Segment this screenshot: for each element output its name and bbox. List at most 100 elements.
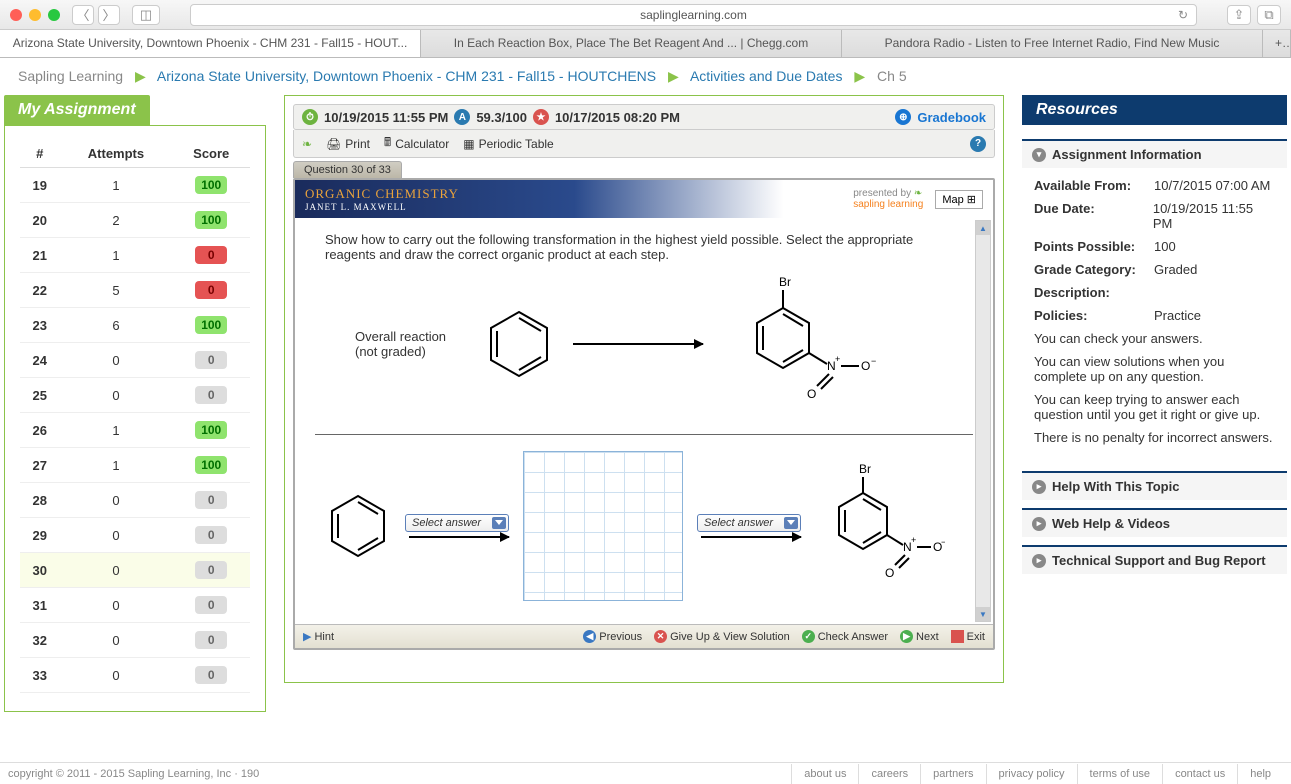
footer-links: about uscareerspartnersprivacy policyter… xyxy=(791,764,1283,784)
scroll-down-icon[interactable]: ▼ xyxy=(976,607,990,621)
forward-button[interactable]: 〉 xyxy=(98,5,120,25)
attempts-table: # Attempts Score 19110020210021102250236… xyxy=(20,140,250,693)
hint-button[interactable]: ▶Hint xyxy=(303,630,334,643)
table-row[interactable]: 2110 xyxy=(20,238,250,273)
saved-date: 10/17/2015 08:20 PM xyxy=(555,110,680,125)
scroll-up-icon[interactable]: ▲ xyxy=(976,221,990,235)
select-answer-2[interactable]: Select answer xyxy=(697,514,801,532)
svg-text:O: O xyxy=(807,387,816,401)
table-row[interactable]: 261100 xyxy=(20,413,250,448)
table-icon: ▦ xyxy=(463,137,474,151)
table-row[interactable]: 2250 xyxy=(20,273,250,308)
chevron-right-icon: ▸ xyxy=(1032,554,1046,568)
exit-icon xyxy=(951,630,964,643)
due-date: 10/19/2015 11:55 PM xyxy=(324,110,448,125)
table-row[interactable]: 271100 xyxy=(20,448,250,483)
url-text: saplinglearning.com xyxy=(640,8,747,22)
table-row[interactable]: 236100 xyxy=(20,308,250,343)
question-tab: Question 30 of 33 xyxy=(293,161,402,178)
giveup-button[interactable]: ✕Give Up & View Solution xyxy=(654,630,790,643)
url-bar[interactable]: saplinglearning.com ↻ xyxy=(190,4,1197,26)
gradecat-value: Graded xyxy=(1154,262,1197,277)
question-content: Show how to carry out the following tran… xyxy=(295,218,993,613)
overall-label: Overall reaction (not graded) xyxy=(355,329,465,359)
select-answer-1[interactable]: Select answer xyxy=(405,514,509,532)
chevron-right-icon: ▶ xyxy=(668,68,679,84)
policy-text-1: You can check your answers. xyxy=(1034,331,1275,346)
calculator-icon: 🖩 xyxy=(384,133,391,154)
check-icon: ✓ xyxy=(802,630,815,643)
avail-label: Available From: xyxy=(1034,178,1154,193)
points-label: Points Possible: xyxy=(1034,239,1154,254)
previous-button[interactable]: ◀Previous xyxy=(583,630,642,643)
breadcrumb: Sapling Learning ▶ Arizona State Univers… xyxy=(0,58,1291,95)
drawing-grid[interactable] xyxy=(523,451,683,601)
close-window-icon[interactable] xyxy=(10,9,22,21)
policy-text-3: You can keep trying to answer each quest… xyxy=(1034,392,1275,422)
calculator-button[interactable]: 🖩Calculator xyxy=(384,133,449,154)
footer-link[interactable]: terms of use xyxy=(1077,764,1163,784)
svg-text:−: − xyxy=(941,537,945,547)
resources-heading: Resources xyxy=(1022,95,1287,125)
desc-label: Description: xyxy=(1034,285,1154,300)
assignment-info-header[interactable]: ▾Assignment Information xyxy=(1022,139,1287,168)
points-value: 100 xyxy=(1154,239,1176,254)
score-icon: A xyxy=(454,109,470,125)
web-help-header[interactable]: ▸Web Help & Videos xyxy=(1022,508,1287,537)
sidebar-toggle-icon[interactable]: ◫ xyxy=(132,5,160,25)
browser-tab-1[interactable]: Arizona State University, Downtown Phoen… xyxy=(0,30,421,57)
back-button[interactable]: 〈 xyxy=(72,5,94,25)
scrollbar[interactable]: ▲ ▼ xyxy=(975,220,991,622)
table-row[interactable]: 3200 xyxy=(20,623,250,658)
footer-link[interactable]: privacy policy xyxy=(986,764,1077,784)
leaf-icon: ❧ xyxy=(302,137,312,151)
periodic-table-button[interactable]: ▦Periodic Table xyxy=(463,137,554,151)
table-row[interactable]: 3100 xyxy=(20,588,250,623)
print-button[interactable]: 🖨Print xyxy=(326,137,370,151)
footer-link[interactable]: careers xyxy=(858,764,920,784)
svg-text:O: O xyxy=(861,359,870,373)
check-answer-button[interactable]: ✓Check Answer xyxy=(802,630,888,643)
table-row[interactable]: 3000 xyxy=(20,553,250,588)
table-row[interactable]: 191100 xyxy=(20,168,250,203)
browser-tab-2[interactable]: In Each Reaction Box, Place The Bet Reag… xyxy=(421,30,842,57)
footer-link[interactable]: partners xyxy=(920,764,985,784)
gradebook-icon: ⊕ xyxy=(895,109,911,125)
browser-tab-3[interactable]: Pandora Radio - Listen to Free Internet … xyxy=(842,30,1263,57)
map-button[interactable]: Map ⊞ xyxy=(935,190,983,209)
crumb-activities[interactable]: Activities and Due Dates xyxy=(690,68,843,84)
footer-link[interactable]: about us xyxy=(791,764,858,784)
table-row[interactable]: 2400 xyxy=(20,343,250,378)
next-button[interactable]: ▶Next xyxy=(900,630,939,643)
crumb-course[interactable]: Arizona State University, Downtown Phoen… xyxy=(157,68,656,84)
crumb-root: Sapling Learning xyxy=(18,68,123,84)
divider xyxy=(315,434,973,435)
reload-icon[interactable]: ↻ xyxy=(1178,8,1188,22)
footer-link[interactable]: help xyxy=(1237,764,1283,784)
chevron-right-icon: ▶ xyxy=(135,68,146,84)
play-icon: ▶ xyxy=(303,630,311,643)
assignment-table-box: # Attempts Score 19110020210021102250236… xyxy=(4,125,266,712)
tech-support-header[interactable]: ▸Technical Support and Bug Report xyxy=(1022,545,1287,574)
table-row[interactable]: 2500 xyxy=(20,378,250,413)
table-row[interactable]: 3300 xyxy=(20,658,250,693)
minimize-window-icon[interactable] xyxy=(29,9,41,21)
benzene-icon xyxy=(325,491,391,561)
new-tab-button[interactable]: + xyxy=(1263,30,1291,57)
share-icon[interactable]: ⇪ xyxy=(1227,5,1251,25)
gradecat-label: Grade Category: xyxy=(1034,262,1154,277)
gradebook-link[interactable]: Gradebook xyxy=(917,110,986,125)
table-row[interactable]: 2900 xyxy=(20,518,250,553)
help-topic-header[interactable]: ▸Help With This Topic xyxy=(1022,471,1287,500)
help-icon[interactable]: ? xyxy=(970,136,986,152)
assignment-infobar: ⏱ 10/19/2015 11:55 PM A 59.3/100 ★ 10/17… xyxy=(293,104,995,130)
browser-toolbar: 〈 〉 ◫ saplinglearning.com ↻ ⇪ ⧉ xyxy=(0,0,1291,30)
tabs-icon[interactable]: ⧉ xyxy=(1257,5,1281,25)
table-row[interactable]: 202100 xyxy=(20,203,250,238)
zoom-window-icon[interactable] xyxy=(48,9,60,21)
footer-link[interactable]: contact us xyxy=(1162,764,1237,784)
benzene-icon xyxy=(483,306,555,382)
table-row[interactable]: 2800 xyxy=(20,483,250,518)
question-instructions: Show how to carry out the following tran… xyxy=(325,232,963,262)
exit-button[interactable]: Exit xyxy=(951,630,985,643)
